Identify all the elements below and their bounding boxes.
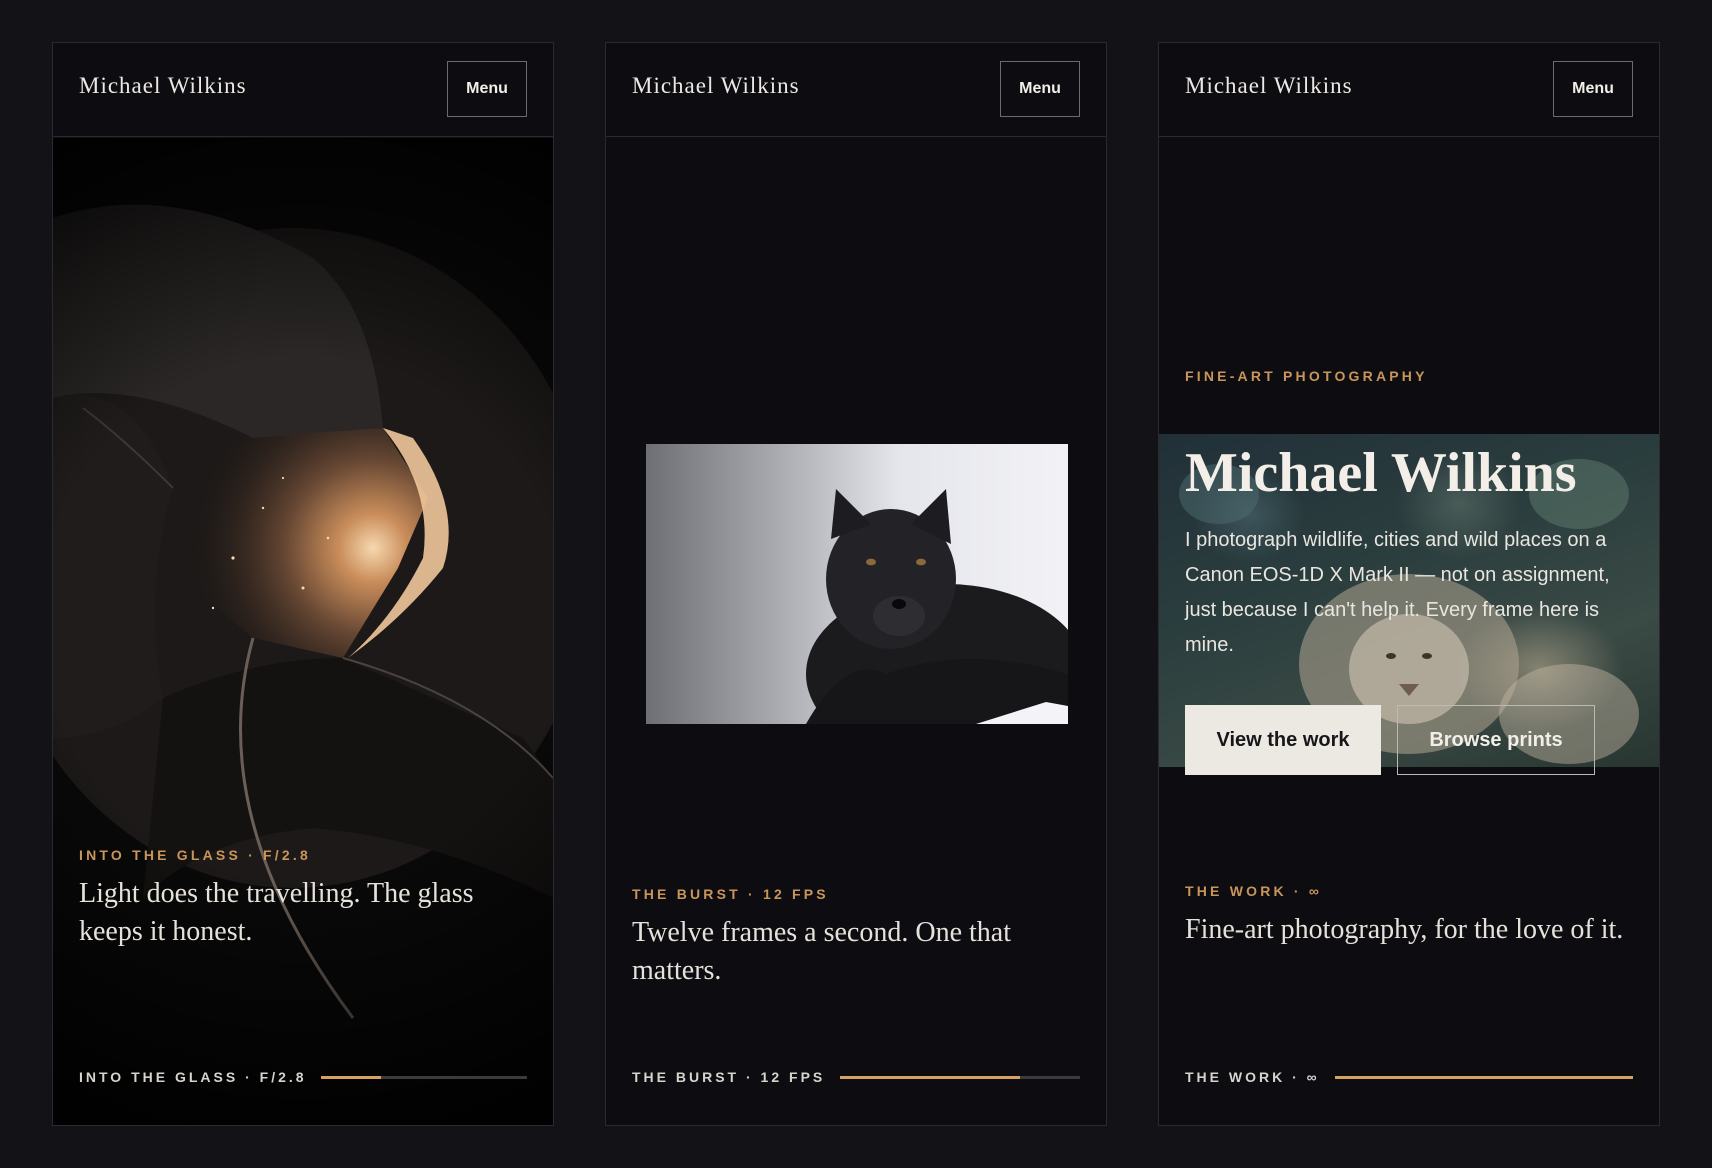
progress-bar: [321, 1076, 527, 1079]
screen-into-the-glass: Michael Wilkins Menu INTO THE GLASS · F/…: [52, 42, 554, 1126]
section-kicker: THE BURST · 12 FPS: [632, 886, 829, 902]
hero-lede: I photograph wildlife, cities and wild p…: [1185, 529, 1610, 656]
site-header: Michael Wilkins Menu: [53, 43, 553, 137]
lens-aperture-illustration: [53, 138, 553, 1125]
progress-bar: [840, 1076, 1080, 1079]
progress-label: THE WORK · ∞: [1185, 1069, 1320, 1085]
menu-button[interactable]: Menu: [1000, 61, 1080, 117]
site-header: Michael Wilkins Menu: [606, 43, 1106, 137]
menu-button[interactable]: Menu: [1553, 61, 1633, 117]
section-quote: Fine-art photography, for the love of it…: [1185, 914, 1624, 945]
progress-label: INTO THE GLASS · F/2.8: [79, 1069, 307, 1085]
section-quote: Light does the travelling. The glass kee…: [79, 878, 474, 947]
menu-button[interactable]: Menu: [447, 61, 527, 117]
site-header: Michael Wilkins Menu: [1159, 43, 1659, 137]
section-quote: Twelve frames a second. One that matters…: [632, 917, 1011, 986]
fox-illustration: [806, 489, 1068, 724]
section-kicker: THE WORK · ∞: [1185, 883, 1323, 899]
progress-fill: [1335, 1076, 1633, 1079]
brand-name[interactable]: Michael Wilkins: [79, 73, 247, 99]
hero-title: Michael Wilkins: [1185, 442, 1577, 504]
progress-bar: [1335, 1076, 1633, 1079]
browse-prints-button[interactable]: Browse prints: [1397, 705, 1595, 775]
section-kicker: INTO THE GLASS · F/2.8: [79, 847, 311, 863]
screen-the-burst: Michael Wilkins Menu THE BURST · 12 FPS …: [605, 42, 1107, 1126]
aperture-image: [53, 138, 553, 1125]
hero-eyebrow: FINE-ART PHOTOGRAPHY: [1185, 368, 1428, 384]
brand-name[interactable]: Michael Wilkins: [632, 73, 800, 99]
arctic-fox-photo: [646, 444, 1068, 724]
progress-fill: [321, 1076, 381, 1079]
progress-fill: [840, 1076, 1020, 1079]
brand-name[interactable]: Michael Wilkins: [1185, 73, 1353, 99]
progress-label: THE BURST · 12 FPS: [632, 1069, 826, 1085]
view-the-work-button[interactable]: View the work: [1185, 705, 1381, 775]
screen-the-work: Michael Wilkins Menu FINE-ART PHOTOGRAPH…: [1158, 42, 1660, 1126]
